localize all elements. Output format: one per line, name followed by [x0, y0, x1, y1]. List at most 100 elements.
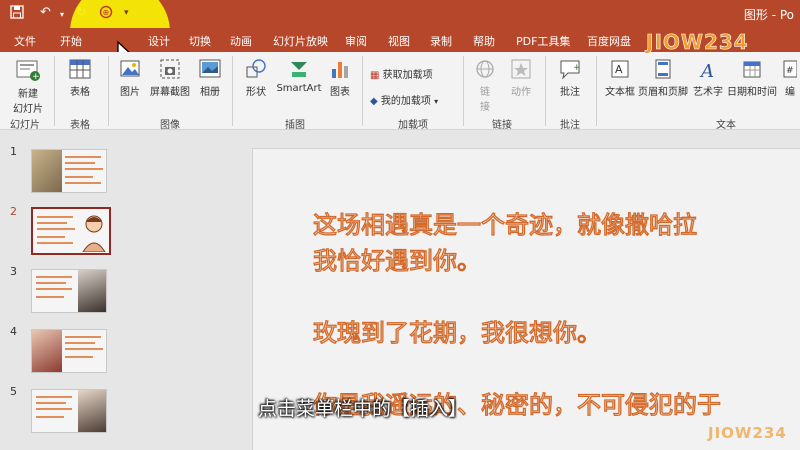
chart-label: 图表 — [330, 87, 350, 98]
svg-text:#: # — [786, 66, 794, 76]
table-button[interactable]: 表格 — [62, 58, 98, 98]
wordart-label: 艺术字 — [693, 87, 723, 98]
tab-design[interactable]: 设计 — [148, 33, 170, 49]
action-button[interactable]: 动作 — [506, 58, 536, 98]
tab-help[interactable]: 帮助 — [473, 33, 495, 49]
get-addins-label: 获取加载项 — [382, 70, 433, 81]
slide-number: 3 — [10, 265, 17, 278]
slide-thumbnail-1[interactable] — [31, 149, 107, 193]
tab-transitions[interactable]: 切换 — [189, 33, 211, 49]
undo-dropdown-icon[interactable]: ▾ — [60, 10, 64, 19]
thumbnail-text-line — [36, 408, 72, 410]
ribbon-divider — [362, 56, 363, 126]
slide-number: 5 — [10, 385, 17, 398]
comment-button[interactable]: + 批注 — [554, 58, 586, 98]
addin-icon: ◆ — [370, 96, 378, 107]
undo-icon[interactable]: ↶ — [40, 5, 51, 20]
new-slide-icon: + — [16, 60, 40, 82]
picture-icon — [120, 60, 140, 77]
wordart-button[interactable]: A 艺术字 — [692, 58, 724, 98]
group-label-comments: 批注 — [560, 120, 580, 131]
shapes-icon — [246, 59, 266, 78]
thumbnail-text-line — [37, 216, 73, 218]
new-slide-label-2: 幻灯片 — [13, 104, 43, 115]
datetime-label: 日期和时间 — [727, 87, 777, 98]
tab-pdf-tools[interactable]: PDF工具集 — [516, 33, 570, 49]
calendar-icon — [743, 61, 761, 78]
group-label-illustrations: 插图 — [285, 120, 305, 131]
my-addins-dropdown-icon: ▾ — [434, 97, 439, 106]
title-bar: ↶ ▾ ↻ ⊕ ▾ 图形 - Po — [0, 0, 800, 82]
watermark-logo: JIOW234 — [646, 30, 749, 55]
svg-text:A: A — [615, 63, 623, 76]
group-label-images: 图像 — [160, 120, 180, 131]
datetime-button[interactable]: 日期和时间 — [726, 58, 778, 98]
tab-file[interactable]: 文件 — [14, 33, 36, 49]
slide-thumbnail-4[interactable] — [31, 329, 107, 373]
my-addins-button[interactable]: ◆ 我的加载项 ▾ — [370, 92, 438, 107]
thumbnail-illustration — [82, 215, 106, 252]
tab-baidu-netdisk[interactable]: 百度网盘 — [587, 33, 631, 49]
video-caption: 点击菜单栏中的【插入】 — [258, 398, 468, 420]
thumbnail-text-line — [36, 402, 66, 404]
smartart-icon — [291, 62, 307, 77]
wordart-icon: A — [699, 61, 714, 80]
tab-home[interactable]: 开始 — [60, 33, 82, 49]
save-icon[interactable] — [10, 5, 24, 23]
powerpoint-window: ↶ ▾ ↻ ⊕ ▾ 图形 - Po 文件 开始 插入 设计 切换 动画 幻灯片放… — [0, 0, 800, 450]
tab-animations[interactable]: 动画 — [230, 33, 252, 49]
slide-number-icon: # — [783, 60, 797, 78]
thumbnail-text-line — [36, 276, 72, 278]
svg-text:A: A — [699, 61, 714, 80]
group-label-text: 文本 — [716, 120, 736, 131]
store-icon: ▦ — [370, 70, 380, 81]
thumbnail-text-line — [65, 176, 93, 178]
link-button[interactable]: 链 接 — [470, 58, 500, 113]
smartart-button[interactable]: SmartArt — [276, 58, 322, 94]
slide-thumbnail-2[interactable] — [31, 207, 111, 255]
textbox-button[interactable]: A 文本框 — [602, 58, 638, 98]
ribbon-insert: + 新建 幻灯片 幻灯片 表格 表格 图片 屏幕截图 相册 图像 形状 Smar… — [0, 52, 800, 131]
get-addins-button[interactable]: ▦ 获取加载项 — [370, 66, 433, 81]
slide-text-line-1[interactable]: 这场相遇真是一个奇迹，就像撒哈拉 — [312, 205, 697, 240]
thumbnail-photo — [78, 270, 106, 312]
slide-number: 4 — [10, 325, 17, 338]
header-footer-button[interactable]: 页眉和页脚 — [638, 58, 688, 98]
watermark-logo-bottom: JIOW234 — [708, 424, 787, 442]
screenshot-button[interactable]: 屏幕截图 — [148, 58, 192, 98]
action-star-icon — [511, 59, 531, 79]
textbox-icon: A — [611, 60, 629, 78]
header-footer-label: 页眉和页脚 — [638, 87, 688, 98]
new-slide-button[interactable]: + 新建 幻灯片 — [6, 58, 50, 115]
thumbnail-text-line — [65, 168, 103, 170]
comment-label: 批注 — [560, 87, 580, 98]
chart-button[interactable]: 图表 — [326, 58, 354, 98]
tab-review[interactable]: 审阅 — [345, 33, 367, 49]
shapes-button[interactable]: 形状 — [238, 58, 274, 98]
slide-text-line-2[interactable]: 我恰好遇到你。 — [312, 241, 481, 276]
thumbnail-photo — [32, 330, 62, 372]
tab-view[interactable]: 视图 — [388, 33, 410, 49]
table-label: 表格 — [70, 87, 90, 98]
group-label-links: 链接 — [492, 120, 512, 131]
slide-text-line-3[interactable]: 玫瑰到了花期，我很想你。 — [312, 313, 601, 348]
thumbnail-text-line — [65, 342, 95, 344]
slide-number-button[interactable]: # 编 — [782, 58, 798, 98]
customize-toolbar-icon[interactable]: ▾ — [124, 8, 129, 18]
thumbnail-text-line — [36, 396, 72, 398]
photo-album-button[interactable]: 相册 — [194, 58, 226, 98]
thumbnail-photo — [78, 390, 106, 432]
photo-album-label: 相册 — [200, 87, 220, 98]
group-label-slides: 幻灯片 — [10, 120, 40, 131]
group-label-addins: 加载项 — [398, 120, 428, 131]
tab-slideshow[interactable]: 幻灯片放映 — [273, 33, 328, 49]
slide-thumbnail-3[interactable] — [31, 269, 107, 313]
slide-thumbnail-5[interactable] — [31, 389, 107, 433]
picture-button[interactable]: 图片 — [114, 58, 146, 98]
quick-access-custom-icon[interactable]: ⊕ — [98, 5, 114, 23]
chart-icon — [332, 62, 348, 78]
picture-label: 图片 — [120, 87, 140, 98]
document-title: 图形 - Po — [743, 8, 794, 22]
link-label-1: 链 — [480, 87, 490, 98]
tab-record[interactable]: 录制 — [430, 33, 452, 49]
